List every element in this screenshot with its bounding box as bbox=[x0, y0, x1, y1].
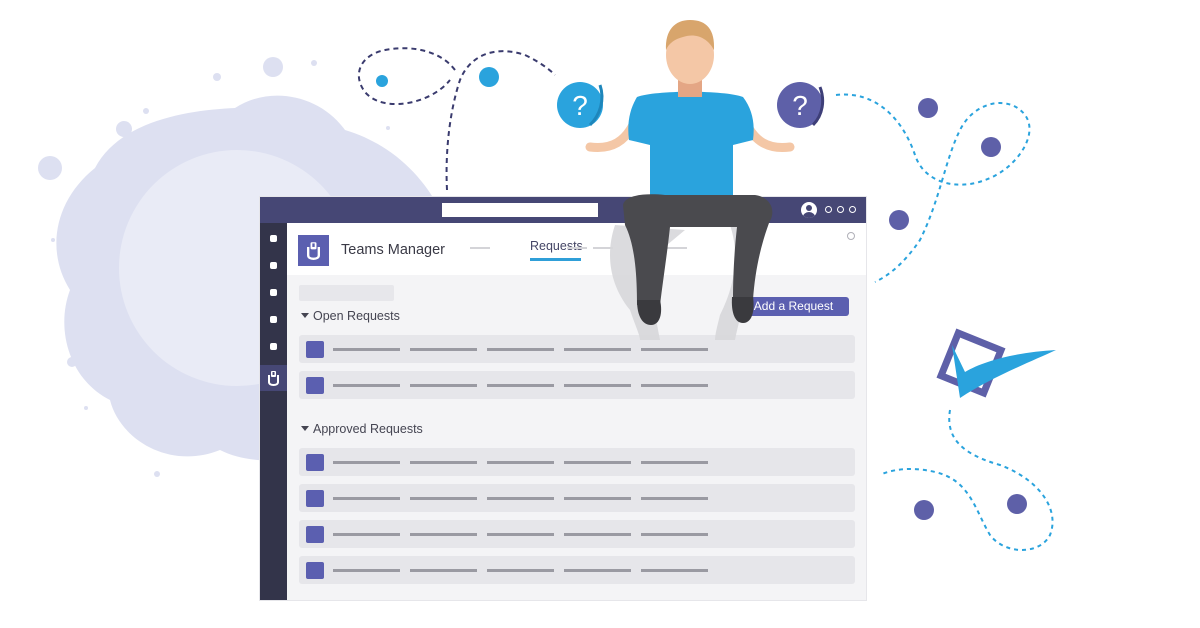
purple-dot bbox=[918, 98, 938, 118]
filter-bar[interactable] bbox=[299, 285, 394, 301]
question-bubble-icon: ? bbox=[777, 82, 825, 128]
row-cell bbox=[487, 461, 554, 464]
row-cell bbox=[333, 348, 400, 351]
rail-item-icon[interactable] bbox=[270, 235, 277, 242]
row-cell bbox=[641, 533, 708, 536]
app-rail bbox=[260, 223, 287, 600]
rail-item-icon[interactable] bbox=[270, 343, 277, 350]
checkmark-box-icon bbox=[936, 328, 1056, 398]
teams-manager-icon bbox=[268, 371, 279, 386]
blue-dot bbox=[376, 75, 388, 87]
table-row[interactable] bbox=[299, 371, 855, 399]
app-logo-icon bbox=[298, 235, 329, 266]
row-cell bbox=[564, 497, 631, 500]
rail-item-icon[interactable] bbox=[270, 316, 277, 323]
row-cell bbox=[487, 533, 554, 536]
rail-item-teams-manager[interactable] bbox=[260, 365, 287, 391]
row-cell bbox=[641, 497, 708, 500]
blue-dot bbox=[479, 67, 499, 87]
row-cell bbox=[564, 461, 631, 464]
caret-down-icon bbox=[301, 313, 309, 319]
caret-down-icon bbox=[301, 426, 309, 432]
more-options-icon[interactable] bbox=[837, 206, 844, 213]
row-cell bbox=[487, 569, 554, 572]
table-row[interactable] bbox=[299, 484, 855, 512]
purple-dot bbox=[981, 137, 1001, 157]
row-cell bbox=[410, 461, 477, 464]
more-options-icon[interactable] bbox=[825, 206, 832, 213]
row-cell bbox=[333, 569, 400, 572]
svg-text:?: ? bbox=[792, 90, 808, 121]
question-bubble-icon: ? bbox=[557, 82, 604, 128]
row-cell bbox=[487, 348, 554, 351]
row-cell bbox=[487, 384, 554, 387]
row-cell bbox=[564, 384, 631, 387]
row-checkbox[interactable] bbox=[306, 490, 324, 507]
row-checkbox[interactable] bbox=[306, 526, 324, 543]
row-cell bbox=[564, 348, 631, 351]
table-row[interactable] bbox=[299, 556, 855, 584]
purple-dot bbox=[914, 500, 934, 520]
table-row[interactable] bbox=[299, 520, 855, 548]
purple-dot bbox=[889, 210, 909, 230]
person-illustration: ? ? bbox=[557, 20, 825, 340]
row-cell bbox=[410, 497, 477, 500]
row-cell bbox=[564, 569, 631, 572]
row-cell bbox=[641, 348, 708, 351]
row-cell bbox=[641, 461, 708, 464]
row-checkbox[interactable] bbox=[306, 341, 324, 358]
row-cell bbox=[410, 348, 477, 351]
row-cell bbox=[410, 569, 477, 572]
row-cell bbox=[410, 533, 477, 536]
row-checkbox[interactable] bbox=[306, 377, 324, 394]
rail-item-icon[interactable] bbox=[270, 289, 277, 296]
row-cell bbox=[333, 461, 400, 464]
row-cell bbox=[333, 497, 400, 500]
row-cell bbox=[410, 384, 477, 387]
rail-item-icon[interactable] bbox=[270, 262, 277, 269]
row-checkbox[interactable] bbox=[306, 562, 324, 579]
section-approved-requests[interactable]: Approved Requests bbox=[301, 422, 423, 436]
tab-placeholder[interactable] bbox=[470, 247, 490, 249]
app-title: Teams Manager bbox=[341, 242, 445, 258]
row-cell bbox=[333, 533, 400, 536]
svg-text:?: ? bbox=[572, 90, 588, 121]
purple-dot bbox=[1007, 494, 1027, 514]
row-cell bbox=[641, 569, 708, 572]
dashed-path-lower bbox=[879, 409, 1054, 551]
row-checkbox[interactable] bbox=[306, 454, 324, 471]
more-options-icon[interactable] bbox=[849, 206, 856, 213]
table-row[interactable] bbox=[299, 448, 855, 476]
row-cell bbox=[487, 497, 554, 500]
section-open-requests[interactable]: Open Requests bbox=[301, 309, 400, 323]
row-cell bbox=[641, 384, 708, 387]
status-ring-icon bbox=[847, 232, 855, 240]
row-cell bbox=[333, 384, 400, 387]
row-cell bbox=[564, 533, 631, 536]
